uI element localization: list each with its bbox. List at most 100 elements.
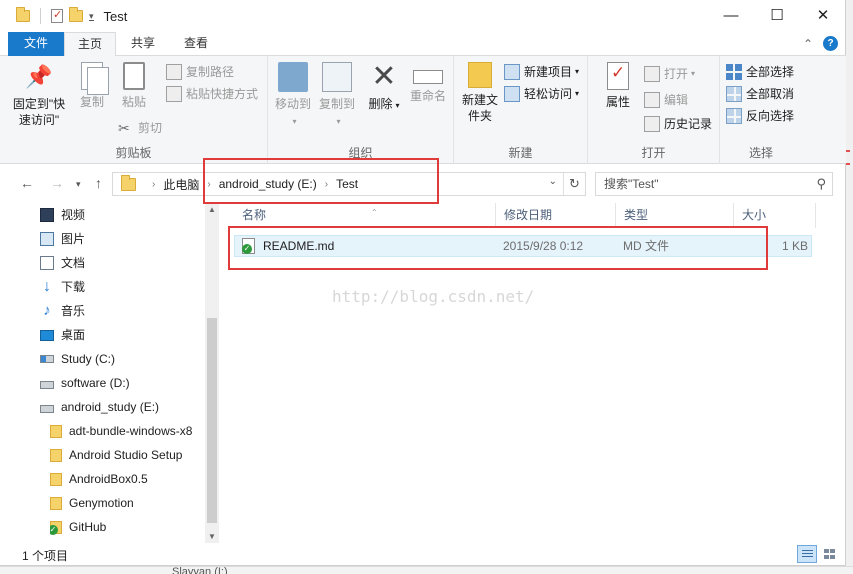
tab-file[interactable]: 文件 <box>8 32 64 56</box>
delete-button[interactable]: ✕ 删除 ▾ <box>366 62 402 114</box>
select-all-button[interactable]: 全部选择 <box>726 62 794 82</box>
column-header-size[interactable]: 大小 <box>734 203 816 228</box>
properties-quick-icon[interactable] <box>51 8 63 23</box>
scroll-down-icon[interactable]: ▼ <box>208 532 216 541</box>
nav-item-label: Genymotion <box>69 496 134 510</box>
rename-button[interactable]: 重命名 <box>406 62 450 104</box>
address-folder-icon <box>121 174 136 191</box>
edit-button[interactable]: 编辑 <box>644 90 688 110</box>
maximize-button[interactable]: ☐ <box>754 0 800 30</box>
copy-to-button[interactable]: 复制到▾ <box>316 62 358 130</box>
help-icon[interactable]: ? <box>823 36 838 51</box>
history-button[interactable]: 历史记录 <box>644 114 712 134</box>
address-dropdown-icon[interactable]: ⌄ <box>549 176 557 187</box>
invert-selection-button[interactable]: 反向选择 <box>726 106 794 126</box>
new-folder-button[interactable]: 新建文件夹 <box>458 62 502 124</box>
close-button[interactable]: ✕ <box>800 0 846 30</box>
nav-item-label: software (D:) <box>61 376 130 390</box>
cut-button[interactable]: ✂ 剪切 <box>118 118 162 138</box>
search-box[interactable]: ⚲ <box>595 172 833 196</box>
status-bar: 1 个项目 <box>0 543 846 566</box>
nav-item-folder[interactable]: Genymotion <box>50 491 205 515</box>
navigation-pane: 视频 图片 文档 ↓ 下载 ♪ 音乐 桌面 Study (C:) software … <box>0 203 220 543</box>
search-input[interactable] <box>604 177 804 191</box>
large-icons-view-button[interactable] <box>820 545 840 563</box>
open-button[interactable]: 打开 ▾ <box>644 64 695 84</box>
tab-view[interactable]: 查看 <box>170 32 222 56</box>
nav-item-label: 文档 <box>61 256 86 270</box>
column-header-type[interactable]: 类型 <box>616 203 734 228</box>
up-icon[interactable]: ↑ <box>95 175 102 191</box>
group-open: 属性 打开▾ 编辑 历史记录 打开 <box>588 56 720 164</box>
new-item-label: 新建项目 <box>524 65 573 79</box>
nav-item-label: android_study (E:) <box>61 400 160 414</box>
minimize-button[interactable]: — <box>708 0 754 30</box>
video-icon <box>40 208 54 222</box>
paste-button[interactable]: 粘贴 <box>114 62 154 110</box>
search-icon[interactable]: ⚲ <box>816 176 826 192</box>
nav-scrollbar[interactable]: ▲ ▼ <box>205 203 219 543</box>
collapse-ribbon-icon[interactable]: ⌃ <box>803 37 813 51</box>
column-header-name[interactable]: ⌃ 名称 <box>234 203 496 228</box>
group-new: 新建文件夹 新建项目 ▾ 轻松访问 ▾ 新建 <box>454 56 588 164</box>
column-header-label: 名称 <box>242 208 267 222</box>
copy-path-button[interactable]: 复制路径 <box>166 62 234 82</box>
back-icon[interactable]: ← <box>20 175 34 191</box>
column-header-label: 修改日期 <box>504 208 553 222</box>
recent-locations-icon[interactable]: ▾ <box>76 179 81 190</box>
scroll-up-icon[interactable]: ▲ <box>208 205 216 214</box>
title-bar: ▾ Test — ☐ ✕ <box>0 0 846 32</box>
new-folder-quick-icon[interactable] <box>69 7 83 22</box>
nav-item-label: 桌面 <box>61 328 86 342</box>
background-mark <box>846 150 850 152</box>
folder-icon <box>50 472 62 486</box>
background-window-bottom: Slayyan (I:) <box>0 566 853 574</box>
paste-label: 粘贴 <box>121 95 146 109</box>
select-none-button[interactable]: 全部取消 <box>726 84 794 104</box>
tab-home[interactable]: 主页 <box>64 32 116 57</box>
move-to-label: 移动到 <box>274 97 311 111</box>
nav-item-label: AndroidBox0.5 <box>69 472 148 486</box>
documents-icon <box>40 256 54 270</box>
pin-label: 固定到"快速访问" <box>12 97 66 127</box>
new-item-button[interactable]: 新建项目 ▾ <box>504 62 579 82</box>
paste-shortcut-button[interactable]: 粘贴快捷方式 <box>166 84 258 104</box>
column-header-label: 大小 <box>742 208 767 222</box>
breadcrumb-this-pc[interactable]: 此电脑 <box>163 176 199 193</box>
customize-toolbar-dropdown[interactable]: ▾ <box>89 11 94 21</box>
copy-path-icon <box>166 64 182 80</box>
tab-share[interactable]: 共享 <box>118 32 168 56</box>
refresh-icon[interactable]: ↻ <box>563 173 585 195</box>
nav-item-github[interactable]: GitHub <box>50 515 205 539</box>
details-view-icon <box>802 550 813 559</box>
copy-button[interactable]: 复制 <box>74 62 110 110</box>
properties-button[interactable]: 属性 <box>596 62 640 110</box>
cut-label: 剪切 <box>138 121 163 135</box>
new-item-icon <box>504 64 520 80</box>
forward-icon[interactable]: → <box>50 175 64 191</box>
column-header-modified[interactable]: 修改日期 <box>496 203 616 228</box>
scroll-thumb[interactable] <box>207 318 217 523</box>
folder-icon <box>50 496 62 510</box>
nav-item-label: adt-bundle-windows-x8 <box>69 424 193 438</box>
pictures-icon <box>40 232 54 246</box>
watermark: http://blog.csdn.net/ <box>332 287 535 306</box>
select-none-icon <box>726 86 742 102</box>
pin-quick-access-button[interactable]: 📌 固定到"快速访问" <box>8 62 70 128</box>
ribbon-tabs-right: ⌃ ? <box>803 36 838 51</box>
item-count: 1 个项目 <box>22 549 69 563</box>
nav-item-folder[interactable]: adt-bundle-windows-x8 <box>50 419 205 443</box>
nav-item-label: 图片 <box>61 232 86 246</box>
toolbar-divider <box>40 8 41 24</box>
nav-item-folder[interactable]: AndroidBox0.5 <box>50 467 205 491</box>
easy-access-button[interactable]: 轻松访问 ▾ <box>504 84 579 104</box>
details-view-button[interactable] <box>797 545 817 563</box>
crumb-separator-icon[interactable]: › <box>152 179 155 190</box>
move-to-button[interactable]: 移动到▾ <box>272 62 314 130</box>
background-drive-label: Slayyan (I:) <box>172 566 228 574</box>
delete-icon: ✕ <box>371 60 397 93</box>
easy-access-icon <box>504 86 520 102</box>
group-select: 全部选择 全部取消 反向选择 选择 <box>720 56 802 164</box>
nav-item-folder[interactable]: Android Studio Setup <box>50 443 205 467</box>
history-icon <box>644 116 660 132</box>
